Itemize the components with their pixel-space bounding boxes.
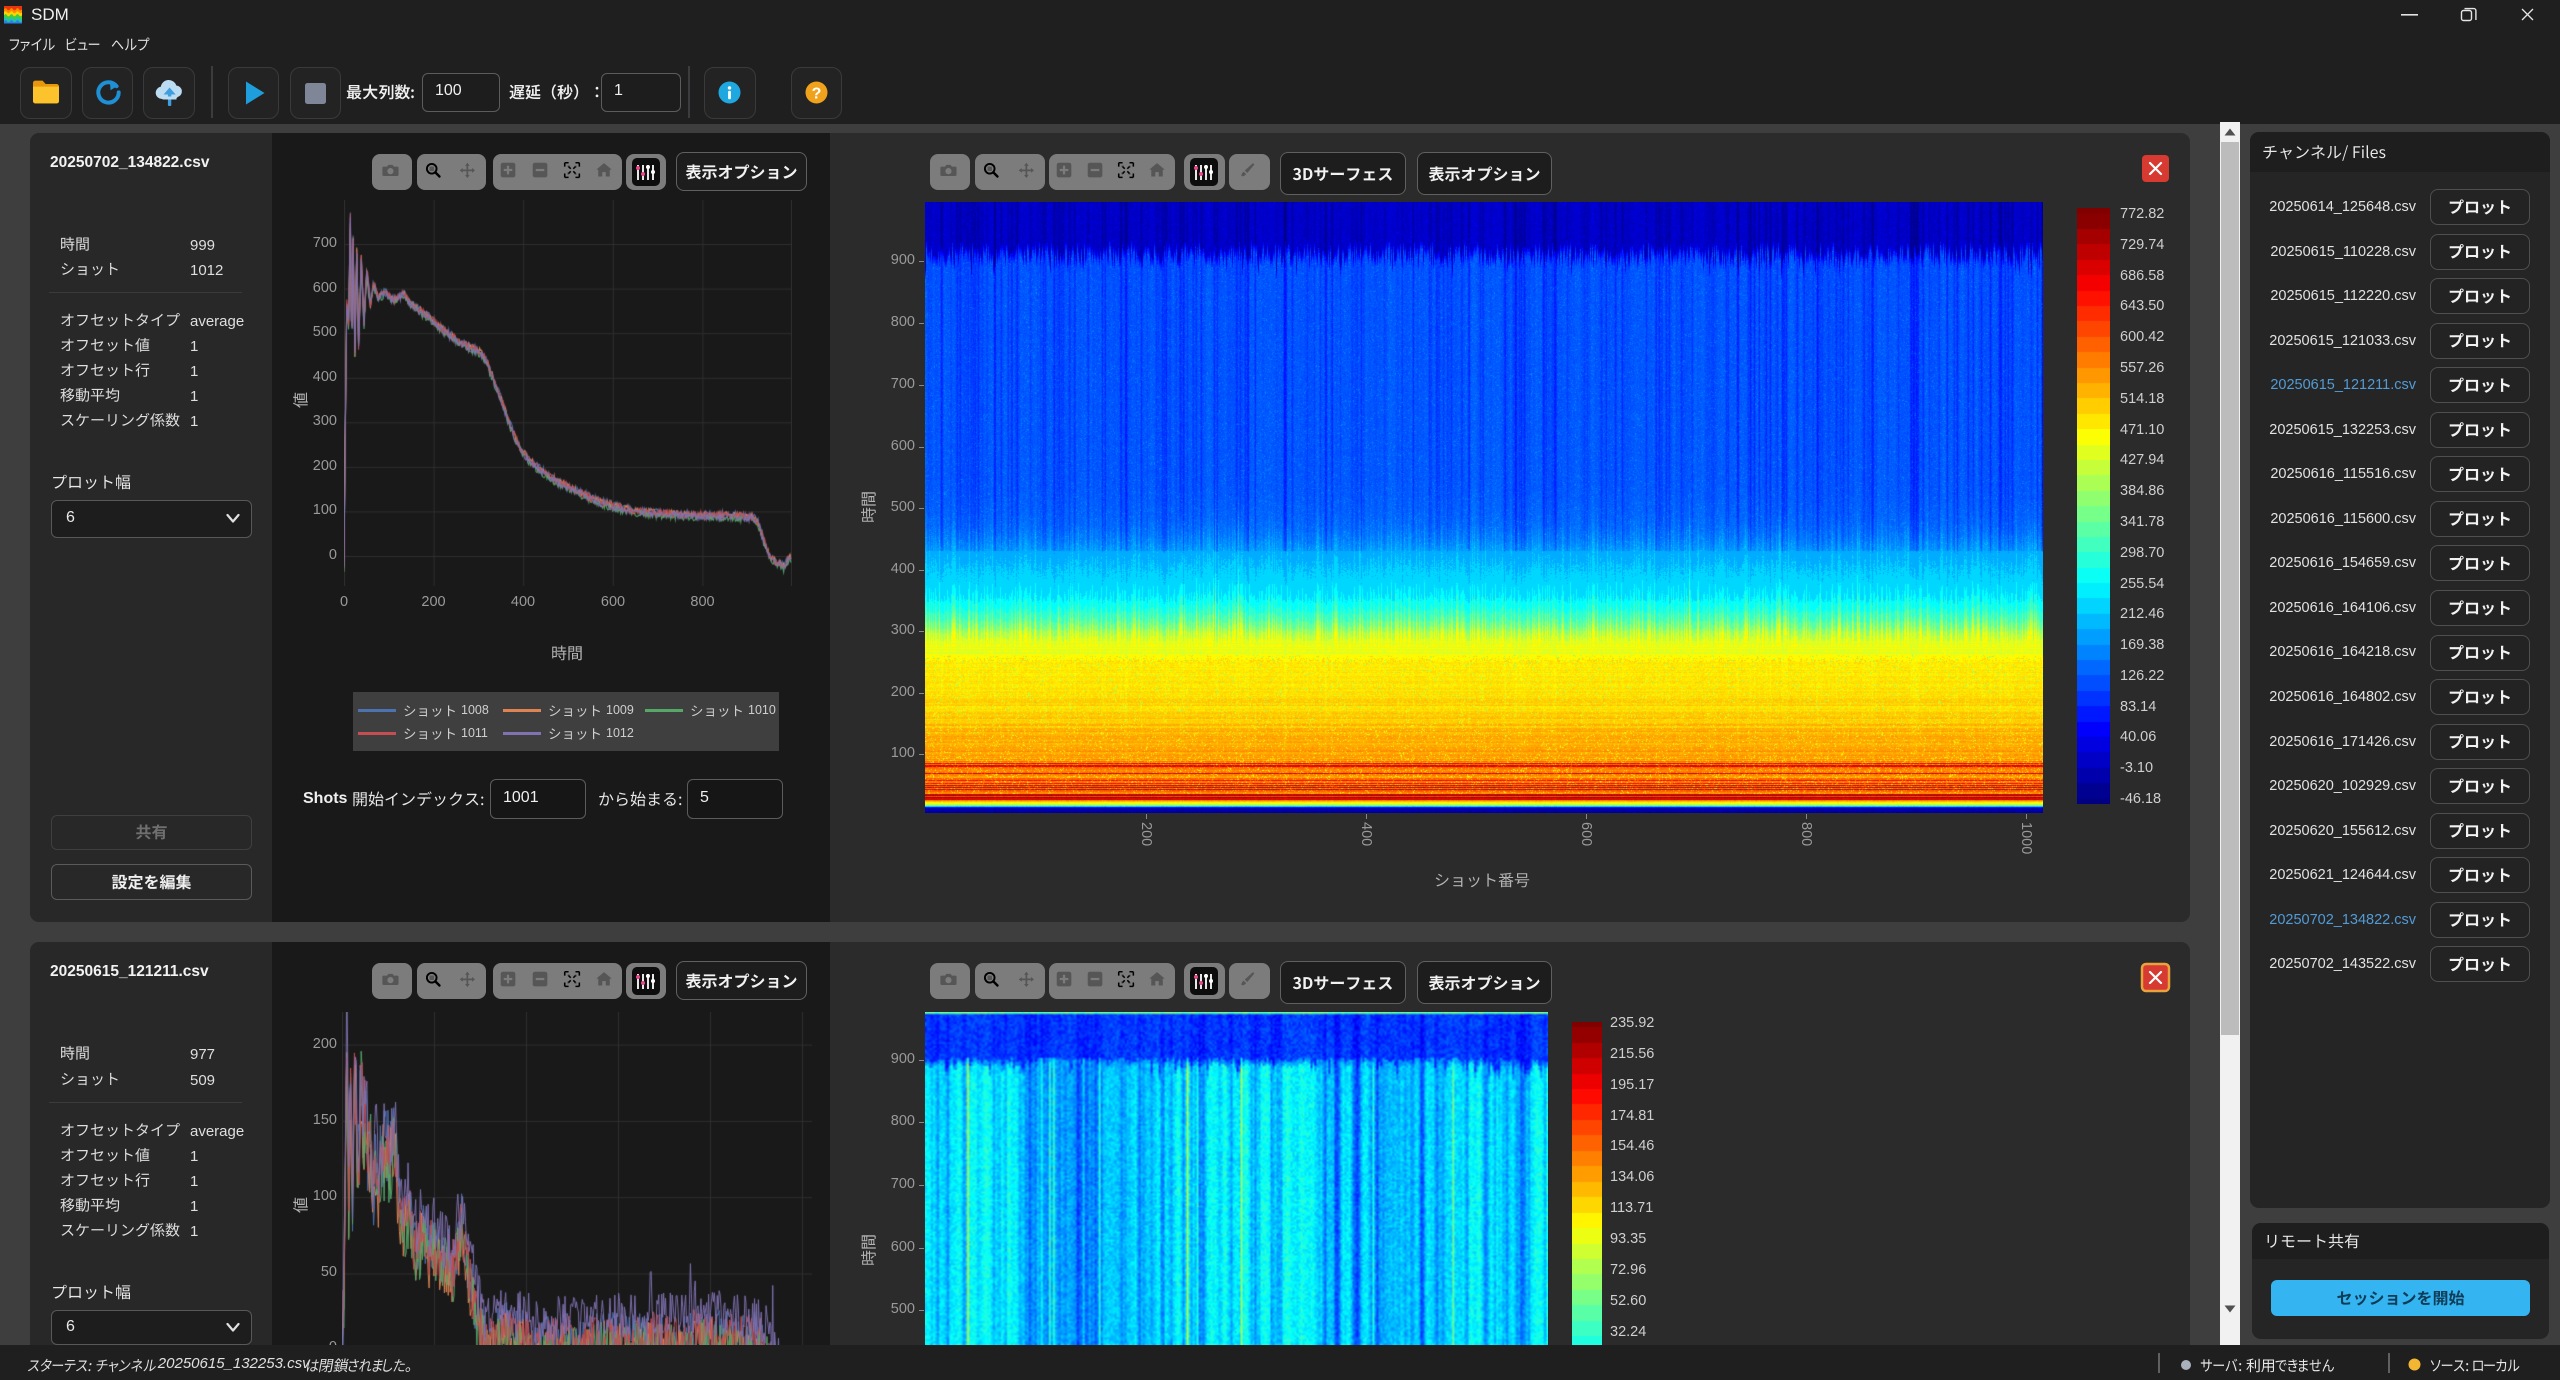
svg-text:?: ? — [812, 86, 822, 103]
